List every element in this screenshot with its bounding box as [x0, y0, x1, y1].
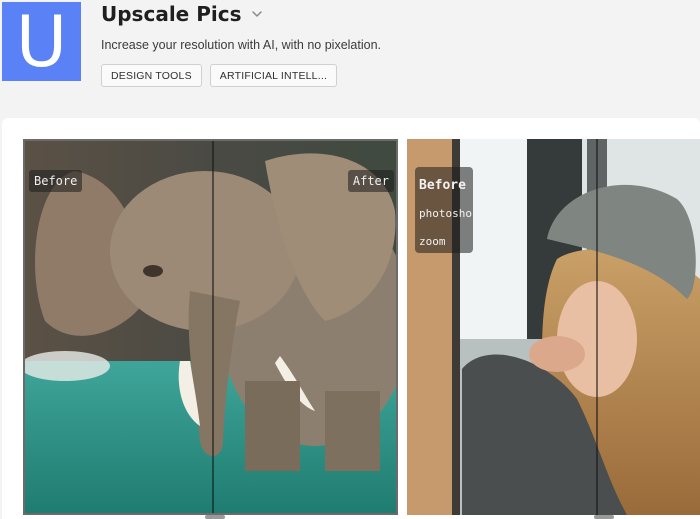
- chevron-down-icon[interactable]: [250, 7, 264, 21]
- app-title[interactable]: Upscale Pics: [101, 2, 241, 26]
- screenshot-woman[interactable]: Before photoshop zoom: [407, 139, 700, 515]
- tag-design-tools[interactable]: DESIGN TOOLS: [101, 64, 202, 87]
- label-line-before: Before: [419, 178, 466, 193]
- app-logo: U: [2, 2, 81, 81]
- screenshot-elephant[interactable]: Before After: [23, 139, 398, 515]
- compare-divider[interactable]: [596, 139, 598, 515]
- app-header: U Upscale Pics Increase your resolution …: [0, 0, 700, 118]
- after-label: After: [347, 170, 394, 192]
- gallery-scrollbar-thumb-1[interactable]: [205, 515, 225, 519]
- label-line-zoom: zoom: [419, 235, 446, 248]
- app-tags: DESIGN TOOLS ARTIFICIAL INTELL...: [101, 64, 338, 87]
- gallery-scrollbar-thumb-2[interactable]: [594, 515, 614, 519]
- app-logo-letter: U: [15, 0, 68, 83]
- before-photoshop-zoom-label: Before photoshop zoom: [415, 167, 479, 253]
- before-label: Before: [29, 170, 83, 192]
- compare-divider[interactable]: [212, 141, 214, 513]
- app-title-row[interactable]: Upscale Pics: [101, 2, 264, 26]
- app-description: Increase your resolution with AI, with n…: [101, 38, 382, 52]
- label-line-photoshop: photoshop: [419, 207, 479, 220]
- tag-artificial-intelligence[interactable]: ARTIFICIAL INTELL...: [209, 64, 338, 87]
